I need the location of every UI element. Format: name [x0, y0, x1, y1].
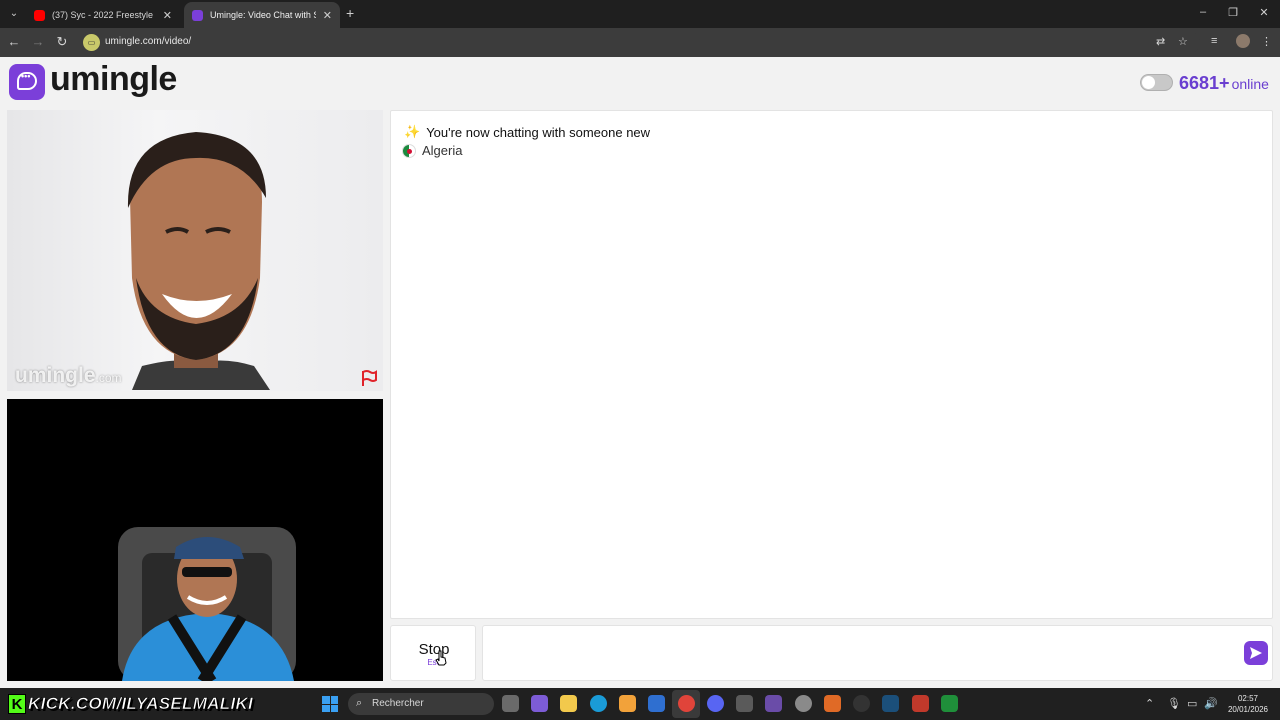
minimize-icon[interactable]: –: [1196, 6, 1210, 18]
tab-title: Umingle: Video Chat with St: [210, 10, 316, 20]
tab-title: (37) Syc - 2022 Freestyle ( Prod: [52, 10, 156, 20]
tray-chevron-icon[interactable]: ⌃: [1145, 697, 1154, 710]
online-count: 6681+: [1179, 73, 1230, 93]
copilot-icon[interactable]: [531, 695, 548, 712]
chat-bubble-icon[interactable]: [9, 64, 45, 100]
stop-shortcut: Esc: [427, 658, 441, 667]
site-logo-text[interactable]: umingle: [50, 60, 177, 99]
send-button[interactable]: [1244, 641, 1268, 665]
bookmark-star-icon[interactable]: ☆: [1178, 35, 1188, 48]
tab-close-icon[interactable]: ✕: [323, 9, 332, 22]
overlay-text: KICK.COM/ILYASELMALIKI: [28, 694, 254, 714]
message-input[interactable]: [482, 625, 1273, 681]
app-a-icon[interactable]: [824, 695, 841, 712]
video-editor-icon[interactable]: [912, 695, 929, 712]
message-text: You're now chatting with someone new: [426, 124, 651, 140]
microphone-icon[interactable]: 🎙: [1167, 697, 1181, 710]
network-icon[interactable]: ▭: [1187, 697, 1197, 710]
online-label: online: [1231, 76, 1269, 92]
volume-icon[interactable]: 🔊: [1204, 697, 1218, 710]
hand-cursor-icon: [435, 650, 447, 666]
taskbar-search[interactable]: ⌕ Rechercher: [348, 693, 494, 715]
browser-menu-icon[interactable]: ⋮: [1261, 35, 1272, 48]
sparkle-icon: ✨: [404, 124, 421, 139]
store-icon[interactable]: [619, 695, 636, 712]
chrome-icon[interactable]: [678, 695, 695, 712]
theme-toggle[interactable]: [1140, 74, 1173, 91]
kick-logo-icon: K: [8, 694, 26, 714]
clock-time: 02:57: [1237, 694, 1259, 703]
clock-date: 20/01/2026: [1227, 705, 1269, 714]
app-circle-icon[interactable]: [853, 695, 870, 712]
tab-umingle[interactable]: Umingle: Video Chat with St ✕: [184, 2, 340, 28]
windows-taskbar: K KICK.COM/ILYASELMALIKI ⌕ Rechercher ⌃ …: [0, 688, 1280, 720]
video-watermark: umingle.com: [15, 364, 122, 387]
stranger-person-image: [127, 132, 270, 390]
gamepad-icon[interactable]: [765, 695, 782, 712]
address-bar[interactable]: ▭ umingle.com/video/: [80, 31, 1200, 54]
translate-icon[interactable]: ⇄: [1156, 35, 1165, 48]
outlook-icon[interactable]: [648, 695, 665, 712]
stop-button[interactable]: Stop Esc: [390, 625, 476, 681]
steam-icon[interactable]: [882, 695, 899, 712]
country-text: Algeria: [422, 143, 463, 158]
window-close-icon[interactable]: ✕: [1257, 6, 1271, 19]
algeria-flag-icon: [402, 143, 416, 158]
media-control-icon[interactable]: ≡: [1211, 35, 1217, 47]
start-menu-icon[interactable]: [322, 696, 338, 712]
file-explorer-icon[interactable]: [560, 695, 577, 712]
country-message: Algeria: [402, 143, 462, 158]
send-icon: [1250, 647, 1262, 659]
browser-tab-bar: ⌄ (37) Syc - 2022 Freestyle ( Prod ✕ Umi…: [0, 0, 1280, 28]
self-video: [7, 399, 383, 681]
photos-icon[interactable]: [736, 695, 753, 712]
report-flag-icon[interactable]: [360, 369, 378, 387]
settings-gear-icon[interactable]: [795, 695, 812, 712]
url-text: umingle.com/video/: [105, 36, 192, 47]
stranger-video: umingle.com: [7, 110, 383, 391]
stop-label: Stop: [418, 641, 450, 658]
obs-play-icon[interactable]: [941, 695, 958, 712]
discord-icon[interactable]: [707, 695, 724, 712]
umingle-icon: [192, 9, 203, 21]
site-info-icon[interactable]: ▭: [83, 34, 100, 51]
tab-youtube[interactable]: (37) Syc - 2022 Freestyle ( Prod ✕: [26, 2, 180, 28]
youtube-icon: [34, 9, 45, 21]
reload-icon[interactable]: ↻: [54, 34, 70, 50]
browser-toolbar: ← → ↻ ▭ umingle.com/video/ ⇄ ☆ ≡ ⋮: [0, 28, 1280, 57]
self-person-image: [118, 527, 296, 681]
task-view-icon[interactable]: [502, 695, 519, 712]
new-tab-button[interactable]: +: [346, 6, 354, 20]
search-placeholder: Rechercher: [372, 698, 424, 709]
stream-overlay: K KICK.COM/ILYASELMALIKI: [8, 692, 253, 716]
chat-panel: ✨ You're now chatting with someone new A…: [390, 110, 1273, 619]
umingle-page: umingle 6681+online umingle.com: [0, 57, 1280, 688]
profile-avatar[interactable]: [1236, 34, 1250, 48]
online-counter: 6681+ online: [1179, 73, 1269, 94]
search-icon: ⌕: [356, 697, 363, 709]
maximize-icon[interactable]: ❐: [1226, 6, 1240, 19]
back-arrow-icon[interactable]: ←: [6, 34, 22, 50]
tab-search-icon[interactable]: ⌄: [6, 6, 22, 22]
forward-arrow-icon[interactable]: →: [30, 34, 46, 50]
system-message: ✨ You're now chatting with someone new: [404, 124, 650, 140]
taskbar-clock[interactable]: 02:57 20/01/2026: [1222, 693, 1274, 715]
tab-close-icon[interactable]: ✕: [163, 9, 172, 22]
edge-icon[interactable]: [590, 695, 607, 712]
